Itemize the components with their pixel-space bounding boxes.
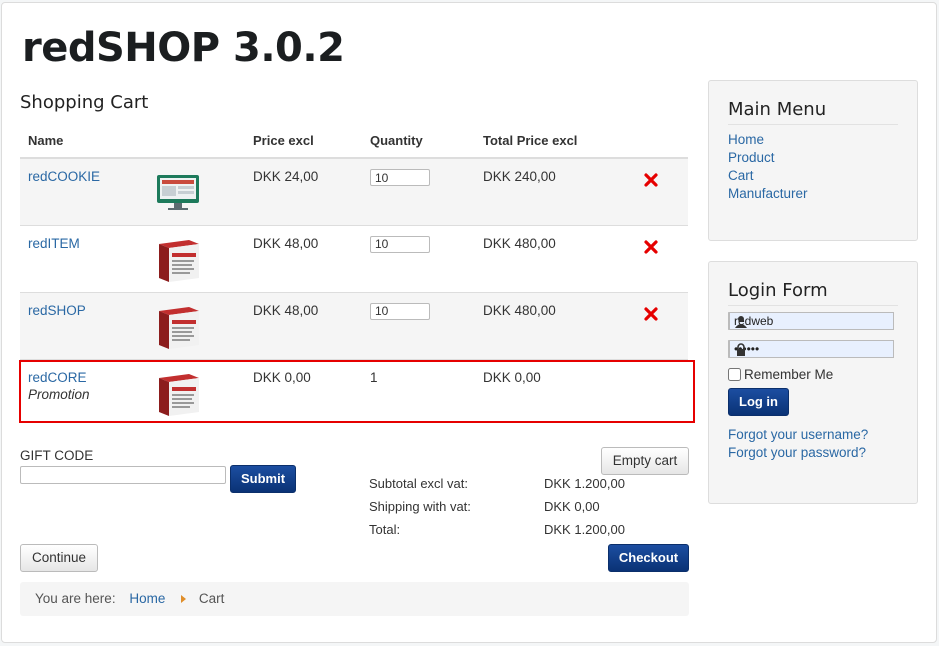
delete-icon[interactable]	[643, 306, 659, 322]
menu-item-cart[interactable]: Cart	[728, 167, 898, 185]
password-field	[728, 340, 894, 358]
login-button[interactable]: Log in	[728, 388, 789, 416]
menu-item-manufacturer[interactable]: Manufacturer	[728, 185, 898, 203]
user-icon	[728, 312, 747, 330]
cart-table: Name Price excl Quantity Total Price exc…	[20, 124, 688, 426]
menu-item-home[interactable]: Home	[728, 131, 898, 149]
total-cell: DKK 240,00	[475, 157, 635, 225]
product-link[interactable]: redCOOKIE	[28, 169, 100, 184]
continue-button[interactable]: Continue	[20, 544, 98, 572]
site-title: redSHOP 3.0.2	[22, 25, 345, 71]
breadcrumb-prefix: You are here:	[35, 591, 116, 606]
remember-me[interactable]: Remember Me	[728, 367, 898, 382]
price-cell: DKK 48,00	[245, 291, 362, 359]
empty-cart-button[interactable]: Empty cart	[601, 447, 689, 475]
price-cell: DKK 48,00	[245, 224, 362, 292]
cart-row: redCOOKIE DKK 24,00 DKK 240,00	[20, 157, 688, 225]
quantity-value: 1	[362, 358, 475, 426]
promotion-label: Promotion	[28, 386, 90, 402]
main-menu-title: Main Menu	[728, 99, 898, 125]
quantity-input[interactable]	[370, 169, 430, 186]
lock-icon	[728, 340, 745, 358]
shipping-value: DKK 0,00	[544, 499, 600, 514]
cart-row-promotion: redCORE Promotion DKK 0,00 1 DKK 0,00	[20, 358, 688, 426]
column-header-total: Total Price excl	[475, 124, 635, 159]
username-field	[728, 312, 894, 330]
gift-submit-button[interactable]: Submit	[230, 465, 296, 493]
total-cell: DKK 480,00	[475, 224, 635, 292]
product-link[interactable]: redCORE	[28, 370, 87, 385]
gift-code-label: GIFT CODE	[20, 448, 94, 463]
total-label: Total:	[369, 522, 401, 537]
menu-item-product[interactable]: Product	[728, 149, 898, 167]
delete-icon[interactable]	[643, 239, 659, 255]
breadcrumb: You are here: Home Cart	[20, 582, 689, 616]
cart-totals: Subtotal excl vat: DKK 1.200,00 Shipping…	[369, 476, 669, 545]
forgot-password-link[interactable]: Forgot your password?	[728, 444, 898, 462]
breadcrumb-separator-icon	[181, 595, 187, 604]
product-box-image	[159, 373, 199, 416]
product-box-image	[159, 306, 199, 349]
shipping-label: Shipping with vat:	[369, 499, 471, 514]
password-input[interactable]	[729, 340, 894, 358]
login-form-title: Login Form	[728, 280, 898, 306]
checkout-button[interactable]: Checkout	[608, 544, 689, 572]
breadcrumb-current: Cart	[198, 591, 225, 606]
total-cell: DKK 0,00	[475, 358, 635, 426]
cart-row: redITEM DKK 48,00 DKK 480,00	[20, 224, 688, 292]
product-image[interactable]	[145, 224, 245, 292]
column-header-delete	[635, 124, 688, 159]
total-cell: DKK 480,00	[475, 291, 635, 359]
gift-code-input[interactable]	[20, 466, 226, 484]
cart-header-row: Name Price excl Quantity Total Price exc…	[20, 124, 688, 159]
quantity-input[interactable]	[370, 235, 430, 253]
username-input[interactable]	[729, 312, 894, 330]
cart-row: redSHOP DKK 48,00 DKK 480,00	[20, 291, 688, 359]
forgot-links: Forgot your username? Forgot your passwo…	[728, 426, 898, 462]
forgot-username-link[interactable]: Forgot your username?	[728, 426, 898, 444]
quantity-input[interactable]	[370, 302, 430, 320]
login-module: Login Form Remember Me Log in Forgot you…	[708, 261, 918, 504]
delete-icon[interactable]	[643, 172, 659, 188]
monitor-product-image	[157, 175, 199, 210]
breadcrumb-home-link[interactable]: Home	[129, 591, 165, 606]
subtotal-label: Subtotal excl vat:	[369, 476, 468, 491]
remember-me-label: Remember Me	[744, 367, 834, 382]
column-header-name: Name	[20, 124, 245, 159]
price-cell: DKK 0,00	[245, 358, 362, 426]
remember-me-checkbox[interactable]	[728, 368, 741, 381]
product-link[interactable]: redSHOP	[28, 303, 86, 318]
main-menu-list: Home Product Cart Manufacturer	[728, 131, 898, 203]
product-box-image	[159, 239, 199, 282]
column-header-quantity: Quantity	[362, 124, 475, 159]
product-image[interactable]	[145, 157, 245, 225]
column-header-price: Price excl	[245, 124, 362, 159]
subtotal-value: DKK 1.200,00	[544, 476, 625, 491]
total-value: DKK 1.200,00	[544, 522, 625, 537]
page-heading: Shopping Cart	[20, 92, 149, 113]
product-image[interactable]	[145, 358, 245, 426]
price-cell: DKK 24,00	[245, 157, 362, 225]
product-image[interactable]	[145, 291, 245, 359]
main-menu-module: Main Menu Home Product Cart Manufacturer	[708, 80, 918, 241]
product-link[interactable]: redITEM	[28, 236, 80, 251]
